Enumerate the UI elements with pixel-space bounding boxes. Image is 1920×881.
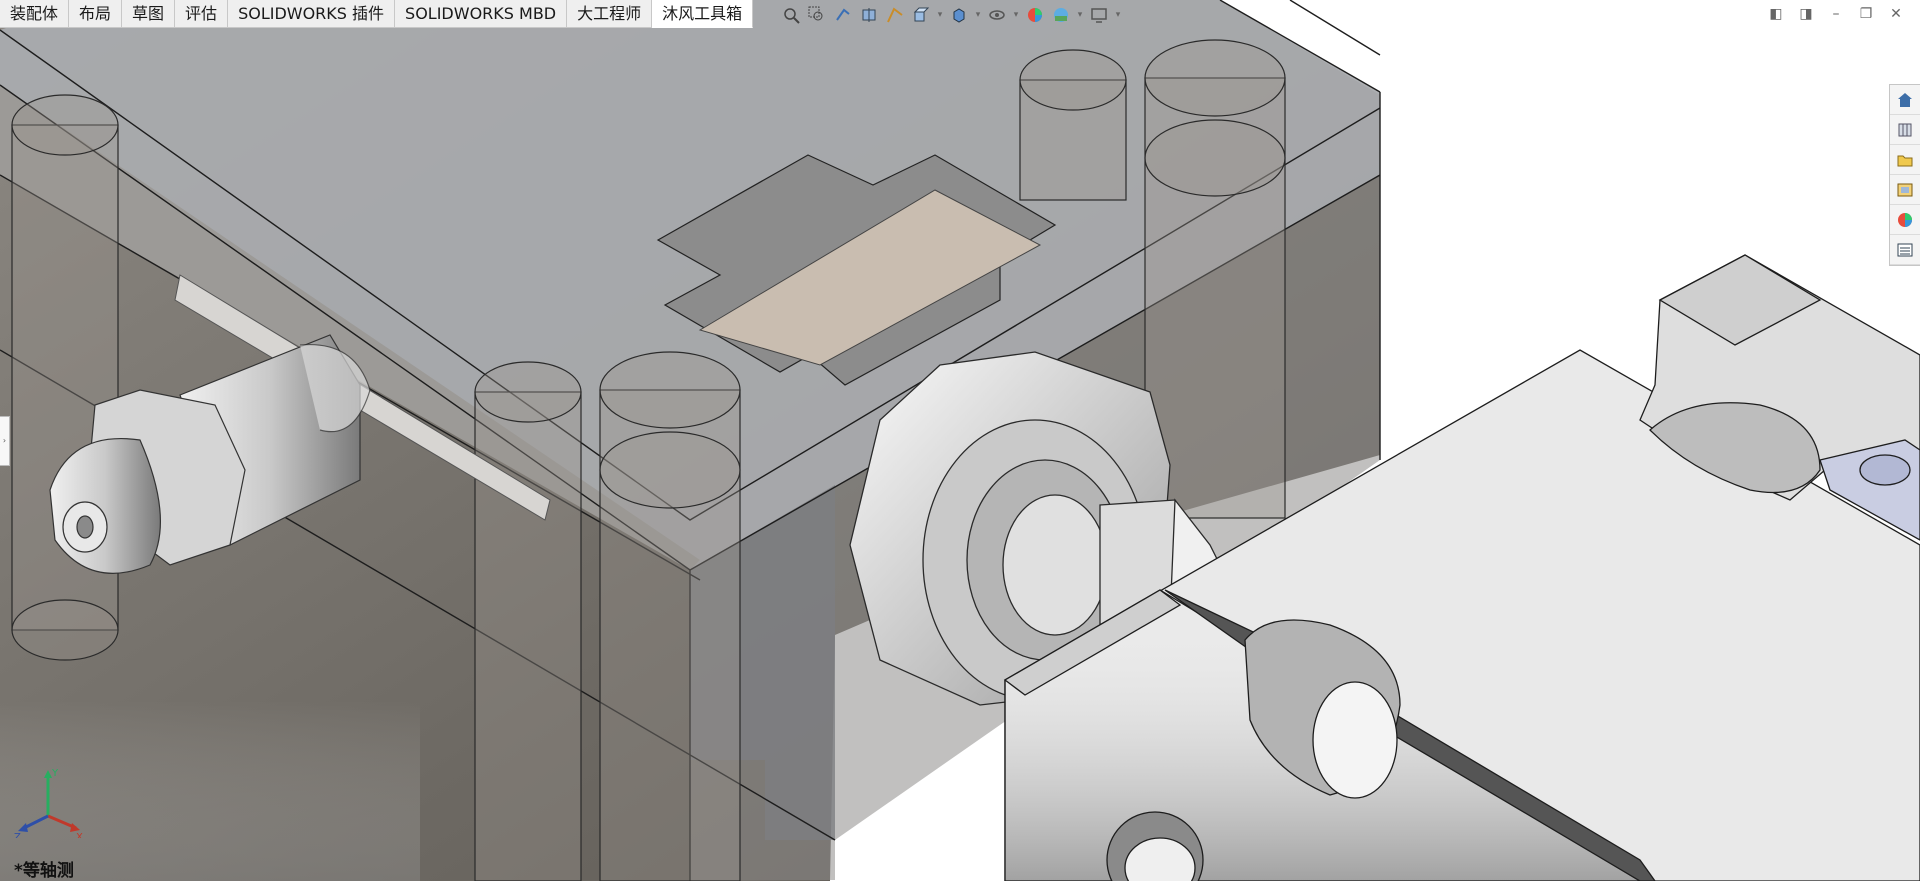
chevron-down-icon[interactable]: ▾ — [1012, 10, 1020, 20]
tab-solidworks-mbd[interactable]: SOLIDWORKS MBD — [395, 0, 568, 28]
task-pane-tabs — [1889, 84, 1920, 266]
chevron-down-icon[interactable]: ▾ — [1076, 10, 1084, 20]
chevron-down-icon[interactable]: ▾ — [936, 10, 944, 20]
triad-y-label: Y — [51, 768, 59, 779]
tile-right-icon[interactable]: ◨ — [1796, 4, 1816, 24]
design-library-icon[interactable] — [1890, 115, 1920, 145]
section-view-icon[interactable] — [858, 4, 880, 26]
minimize-icon[interactable]: – — [1826, 4, 1846, 24]
edit-appearance-icon[interactable] — [1024, 4, 1046, 26]
tab-layout[interactable]: 布局 — [69, 0, 123, 28]
feature-tree-collapse-handle[interactable]: › — [0, 416, 10, 466]
chevron-down-icon[interactable]: ▾ — [1114, 10, 1122, 20]
view-settings-icon[interactable] — [1088, 4, 1110, 26]
close-icon[interactable]: ✕ — [1886, 4, 1906, 24]
apply-scene-icon[interactable] — [1050, 4, 1072, 26]
chevron-down-icon[interactable]: ▾ — [974, 10, 982, 20]
view-orientation-icon[interactable] — [910, 4, 932, 26]
heads-up-view-toolbar: ▾ ▾ ▾ ▾ ▾ — [780, 2, 1122, 28]
tab-solidworks-addins[interactable]: SOLIDWORKS 插件 — [228, 0, 396, 28]
file-explorer-icon[interactable] — [1890, 145, 1920, 175]
view-palette-icon[interactable] — [1890, 175, 1920, 205]
reference-triad: Y X Z — [14, 768, 84, 843]
triad-z-label: Z — [14, 832, 21, 838]
custom-properties-icon[interactable] — [1890, 235, 1920, 265]
tab-big-engineer[interactable]: 大工程师 — [567, 0, 653, 28]
dynamic-annotation-icon[interactable] — [884, 4, 906, 26]
window-controls: ◧ ◨ – ❐ ✕ — [1766, 4, 1906, 24]
tab-mufeng-toolbox[interactable]: 沐风工具箱 — [652, 0, 754, 28]
appearances-icon[interactable] — [1890, 205, 1920, 235]
hide-show-items-icon[interactable] — [986, 4, 1008, 26]
command-manager-tabs: 装配体 布局 草图 评估 SOLIDWORKS 插件 SOLIDWORKS MB… — [0, 0, 754, 28]
graphics-area[interactable] — [0, 0, 1920, 881]
tab-sketch[interactable]: 草图 — [122, 0, 176, 28]
zoom-to-fit-icon[interactable] — [780, 4, 802, 26]
restore-icon[interactable]: ❐ — [1856, 4, 1876, 24]
solidworks-resources-icon[interactable] — [1890, 85, 1920, 115]
display-style-icon[interactable] — [948, 4, 970, 26]
view-orientation-name: *等轴测 — [14, 861, 74, 881]
triad-x-label: X — [76, 832, 83, 838]
tab-evaluate[interactable]: 评估 — [175, 0, 229, 28]
zoom-to-area-icon[interactable] — [806, 4, 828, 26]
previous-view-icon[interactable] — [832, 4, 854, 26]
tab-assembly[interactable]: 装配体 — [0, 0, 70, 28]
tile-left-icon[interactable]: ◧ — [1766, 4, 1786, 24]
